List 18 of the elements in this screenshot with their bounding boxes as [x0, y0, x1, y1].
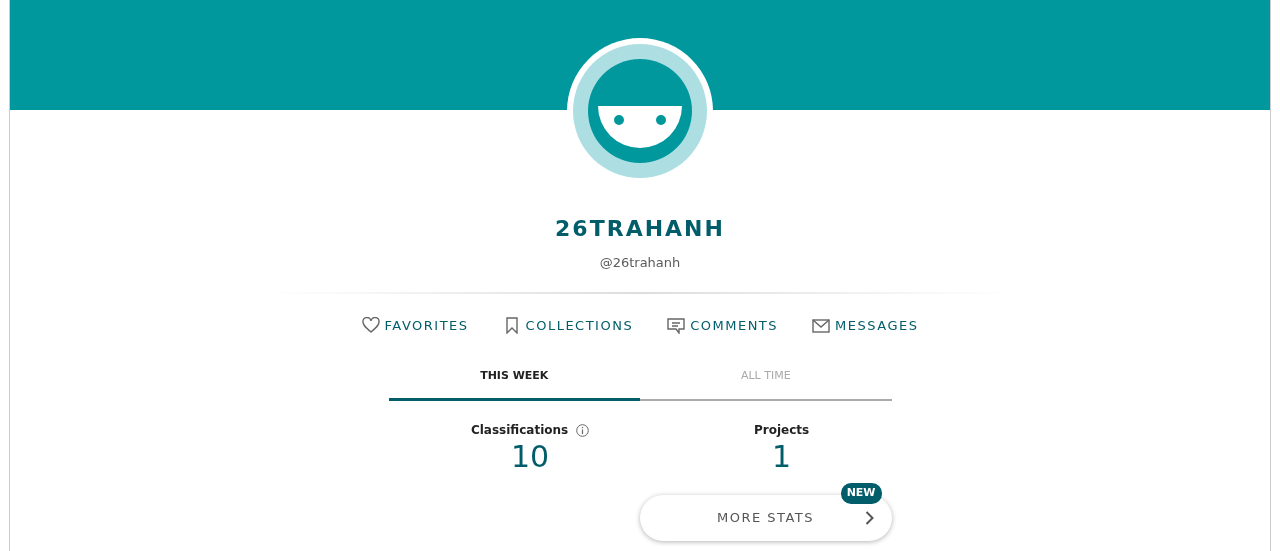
stat-value: 10	[510, 439, 550, 474]
more-stats-button[interactable]: MORE STATS	[639, 495, 892, 541]
profile-link[interactable]: COMMENTS	[667, 316, 779, 336]
info-icon[interactable]	[576, 423, 590, 437]
envelope-icon	[812, 317, 831, 335]
stat-label: Projects	[753, 422, 810, 439]
username: @26trahanh	[599, 254, 681, 272]
stat-value: 1	[772, 439, 792, 474]
speech-bubble-icon	[667, 317, 686, 335]
stat-label: Classifications	[470, 422, 569, 439]
profile-link[interactable]: FAVORITES	[361, 316, 469, 336]
new-badge: NEW	[840, 483, 882, 504]
profile-link[interactable]: COLLECTIONS	[502, 316, 634, 336]
chevron-right-icon	[864, 511, 874, 525]
tab[interactable]: THIS WEEK	[388, 355, 640, 401]
profile-link[interactable]: MESSAGES	[812, 316, 919, 336]
display-name: 26TRAHANH	[555, 215, 725, 243]
heart-icon	[361, 317, 380, 335]
